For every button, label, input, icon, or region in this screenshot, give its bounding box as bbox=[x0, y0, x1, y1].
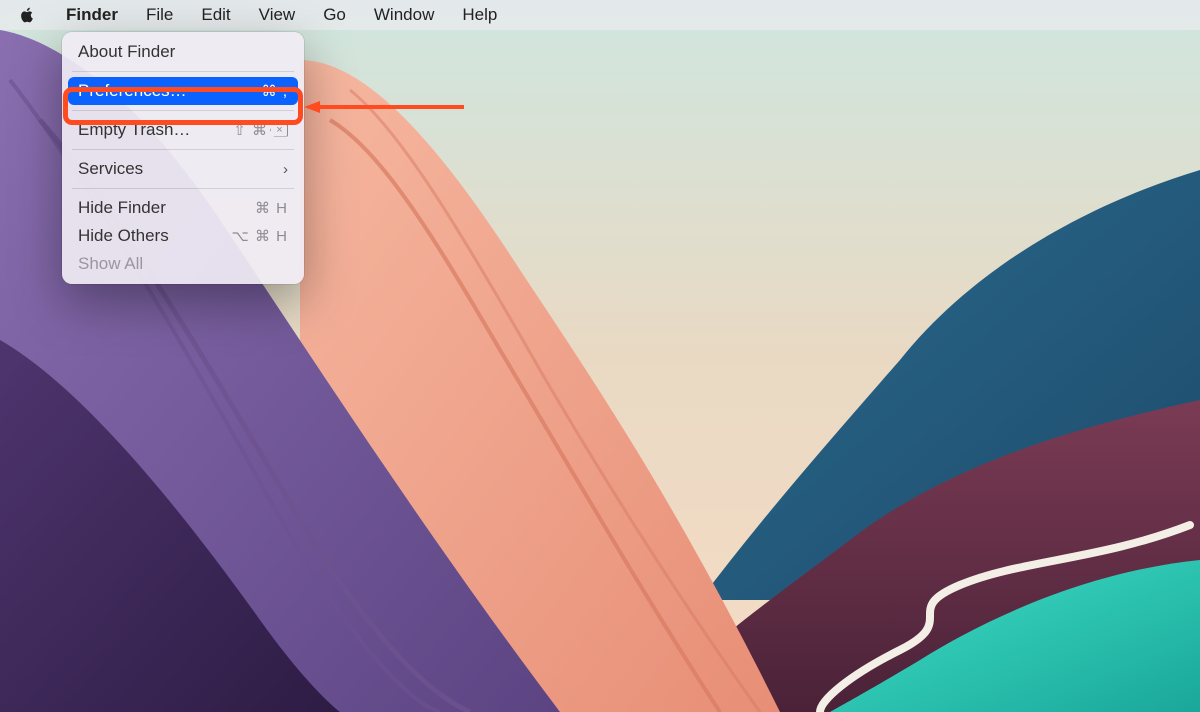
menu-label: Help bbox=[462, 5, 497, 24]
menu-file[interactable]: File bbox=[132, 0, 187, 30]
menu-item-about-finder[interactable]: About Finder bbox=[62, 38, 304, 66]
menu-go[interactable]: Go bbox=[309, 0, 360, 30]
backspace-icon bbox=[270, 124, 288, 137]
menu-label: Window bbox=[374, 5, 434, 24]
menu-label: Edit bbox=[201, 5, 230, 24]
menu-item-hide-finder[interactable]: Hide Finder ⌘ H bbox=[62, 194, 304, 222]
menu-label: View bbox=[259, 5, 296, 24]
menu-label: Finder bbox=[66, 5, 118, 24]
menu-separator bbox=[72, 71, 294, 72]
menu-separator bbox=[72, 188, 294, 189]
shortcut-label: ⇧ ⌘ bbox=[233, 121, 288, 139]
menu-help[interactable]: Help bbox=[448, 0, 511, 30]
menu-window[interactable]: Window bbox=[360, 0, 448, 30]
finder-menu-dropdown: About Finder Preferences… ⌘ , Empty Tras… bbox=[62, 32, 304, 284]
menu-item-label: Empty Trash… bbox=[78, 120, 190, 140]
menu-item-empty-trash[interactable]: Empty Trash… ⇧ ⌘ bbox=[62, 116, 304, 144]
menu-item-label: Show All bbox=[78, 254, 143, 274]
shortcut-label: ⌘ H bbox=[255, 199, 288, 217]
menu-label: Go bbox=[323, 5, 346, 24]
menu-bar: Finder File Edit View Go Window Help bbox=[0, 0, 1200, 30]
menu-label: File bbox=[146, 5, 173, 24]
menu-item-services[interactable]: Services › bbox=[62, 155, 304, 183]
shortcut-label: ⌘ , bbox=[262, 82, 288, 100]
apple-menu-icon[interactable] bbox=[14, 6, 40, 24]
menu-view[interactable]: View bbox=[245, 0, 310, 30]
menu-item-label: Hide Others bbox=[78, 226, 169, 246]
menu-item-label: Preferences… bbox=[78, 81, 187, 101]
menu-separator bbox=[72, 149, 294, 150]
menu-item-preferences[interactable]: Preferences… ⌘ , bbox=[68, 77, 298, 105]
menu-separator bbox=[72, 110, 294, 111]
menu-item-label: About Finder bbox=[78, 42, 175, 62]
menu-item-hide-others[interactable]: Hide Others ⌥ ⌘ H bbox=[62, 222, 304, 250]
menu-finder[interactable]: Finder bbox=[52, 0, 132, 30]
menu-item-show-all: Show All bbox=[62, 250, 304, 278]
menu-edit[interactable]: Edit bbox=[187, 0, 244, 30]
menu-item-label: Services bbox=[78, 159, 143, 179]
chevron-right-icon: › bbox=[283, 161, 288, 178]
shortcut-label: ⌥ ⌘ H bbox=[232, 227, 288, 245]
menu-item-label: Hide Finder bbox=[78, 198, 166, 218]
